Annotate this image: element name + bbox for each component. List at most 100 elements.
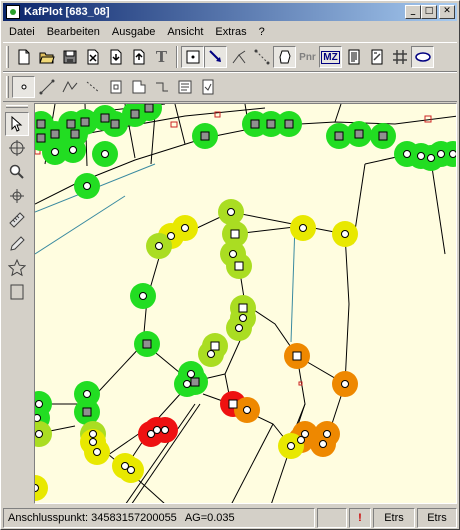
- survey-point[interactable]: [437, 150, 445, 158]
- survey-point[interactable]: [142, 339, 152, 349]
- survey-point[interactable]: [127, 466, 135, 474]
- point-mode-button[interactable]: [181, 46, 204, 68]
- mz-button[interactable]: MZ: [319, 46, 342, 68]
- survey-point[interactable]: [83, 390, 91, 398]
- menu-ansicht[interactable]: Ansicht: [161, 26, 209, 38]
- angle-button[interactable]: [227, 46, 250, 68]
- survey-point[interactable]: [69, 146, 77, 154]
- survey-point[interactable]: [147, 430, 155, 438]
- import-button[interactable]: [104, 46, 127, 68]
- menu-bearbeiten[interactable]: Bearbeiten: [41, 26, 106, 38]
- survey-point[interactable]: [299, 224, 307, 232]
- survey-point[interactable]: [130, 109, 140, 119]
- status-crs-2[interactable]: Etrs: [417, 508, 457, 528]
- draw-dashed-button[interactable]: [81, 76, 104, 98]
- parcel-button[interactable]: [273, 46, 296, 68]
- survey-point[interactable]: [427, 154, 435, 162]
- draw-point-button[interactable]: [12, 76, 35, 98]
- survey-point[interactable]: [230, 229, 240, 239]
- survey-point[interactable]: [100, 113, 110, 123]
- map-drawing[interactable]: [35, 104, 457, 504]
- draw-frame-button[interactable]: [104, 76, 127, 98]
- survey-point[interactable]: [334, 131, 344, 141]
- survey-point[interactable]: [319, 440, 327, 448]
- maximize-button[interactable]: □: [421, 5, 437, 19]
- survey-point[interactable]: [89, 430, 97, 438]
- select-tool-button[interactable]: [5, 112, 29, 136]
- survey-point[interactable]: [449, 150, 457, 158]
- survey-point[interactable]: [144, 104, 154, 113]
- survey-point[interactable]: [243, 406, 251, 414]
- draw-label-button[interactable]: [196, 76, 219, 98]
- survey-point[interactable]: [139, 292, 147, 300]
- draw-line-button[interactable]: [35, 76, 58, 98]
- survey-point[interactable]: [35, 484, 39, 492]
- draw-step-button[interactable]: [150, 76, 173, 98]
- survey-point[interactable]: [190, 377, 200, 387]
- survey-point[interactable]: [287, 442, 295, 450]
- survey-point[interactable]: [183, 380, 191, 388]
- point-number-button[interactable]: Pnr: [296, 46, 319, 68]
- survey-point[interactable]: [66, 119, 76, 129]
- pencil-tool-button[interactable]: [5, 232, 29, 256]
- survey-point[interactable]: [207, 350, 215, 358]
- survey-point[interactable]: [301, 430, 309, 438]
- menu-extras[interactable]: Extras: [209, 26, 252, 38]
- draw-polyline-button[interactable]: [58, 76, 81, 98]
- toolbar-grip[interactable]: [6, 105, 28, 108]
- star-tool-button[interactable]: [5, 256, 29, 280]
- survey-point[interactable]: [234, 261, 244, 271]
- ellipse-button[interactable]: [411, 46, 434, 68]
- survey-point[interactable]: [341, 230, 349, 238]
- text-tool-button[interactable]: T: [150, 46, 173, 68]
- survey-point[interactable]: [238, 303, 248, 313]
- survey-point[interactable]: [323, 430, 331, 438]
- survey-point[interactable]: [181, 224, 189, 232]
- dashed-line-button[interactable]: [250, 46, 273, 68]
- open-file-button[interactable]: [35, 46, 58, 68]
- survey-point[interactable]: [378, 131, 388, 141]
- survey-point[interactable]: [229, 250, 237, 258]
- survey-point[interactable]: [35, 414, 41, 422]
- status-crs-1[interactable]: Etrs: [373, 508, 415, 528]
- survey-point[interactable]: [161, 426, 169, 434]
- survey-point[interactable]: [101, 150, 109, 158]
- menu-datei[interactable]: Datei: [3, 26, 41, 38]
- survey-point[interactable]: [82, 407, 92, 417]
- survey-point[interactable]: [110, 119, 120, 129]
- title-bar[interactable]: KafPlot [683_08] _ □ ✕: [3, 3, 457, 21]
- survey-point[interactable]: [239, 314, 247, 322]
- survey-point[interactable]: [50, 129, 60, 139]
- toolbar-grip[interactable]: [6, 46, 9, 68]
- draw-text-block-button[interactable]: [173, 76, 196, 98]
- survey-point[interactable]: [403, 150, 411, 158]
- draw-block-button[interactable]: [127, 76, 150, 98]
- survey-point[interactable]: [36, 133, 46, 143]
- measure-tool-button[interactable]: [5, 208, 29, 232]
- survey-point[interactable]: [35, 430, 43, 438]
- arrow-mode-button[interactable]: [204, 46, 227, 68]
- survey-point[interactable]: [417, 152, 425, 160]
- menu-help[interactable]: ?: [253, 26, 271, 38]
- survey-point[interactable]: [80, 117, 90, 127]
- close-file-button[interactable]: [81, 46, 104, 68]
- pan-tool-button[interactable]: [5, 184, 29, 208]
- survey-point[interactable]: [36, 119, 46, 129]
- zoom-tool-button[interactable]: [5, 160, 29, 184]
- survey-point[interactable]: [354, 129, 364, 139]
- survey-point[interactable]: [292, 351, 302, 361]
- menu-ausgabe[interactable]: Ausgabe: [106, 26, 161, 38]
- export-button[interactable]: [127, 46, 150, 68]
- survey-point[interactable]: [167, 232, 175, 240]
- document-edit-button[interactable]: [365, 46, 388, 68]
- survey-point[interactable]: [89, 438, 97, 446]
- survey-point[interactable]: [284, 119, 294, 129]
- survey-point[interactable]: [51, 148, 59, 156]
- survey-point[interactable]: [250, 119, 260, 129]
- rectangle-tool-button[interactable]: [5, 280, 29, 304]
- survey-point[interactable]: [35, 400, 43, 408]
- crosshair-tool-button[interactable]: [5, 136, 29, 160]
- document-list-button[interactable]: [342, 46, 365, 68]
- minimize-button[interactable]: _: [405, 5, 421, 19]
- survey-point[interactable]: [266, 119, 276, 129]
